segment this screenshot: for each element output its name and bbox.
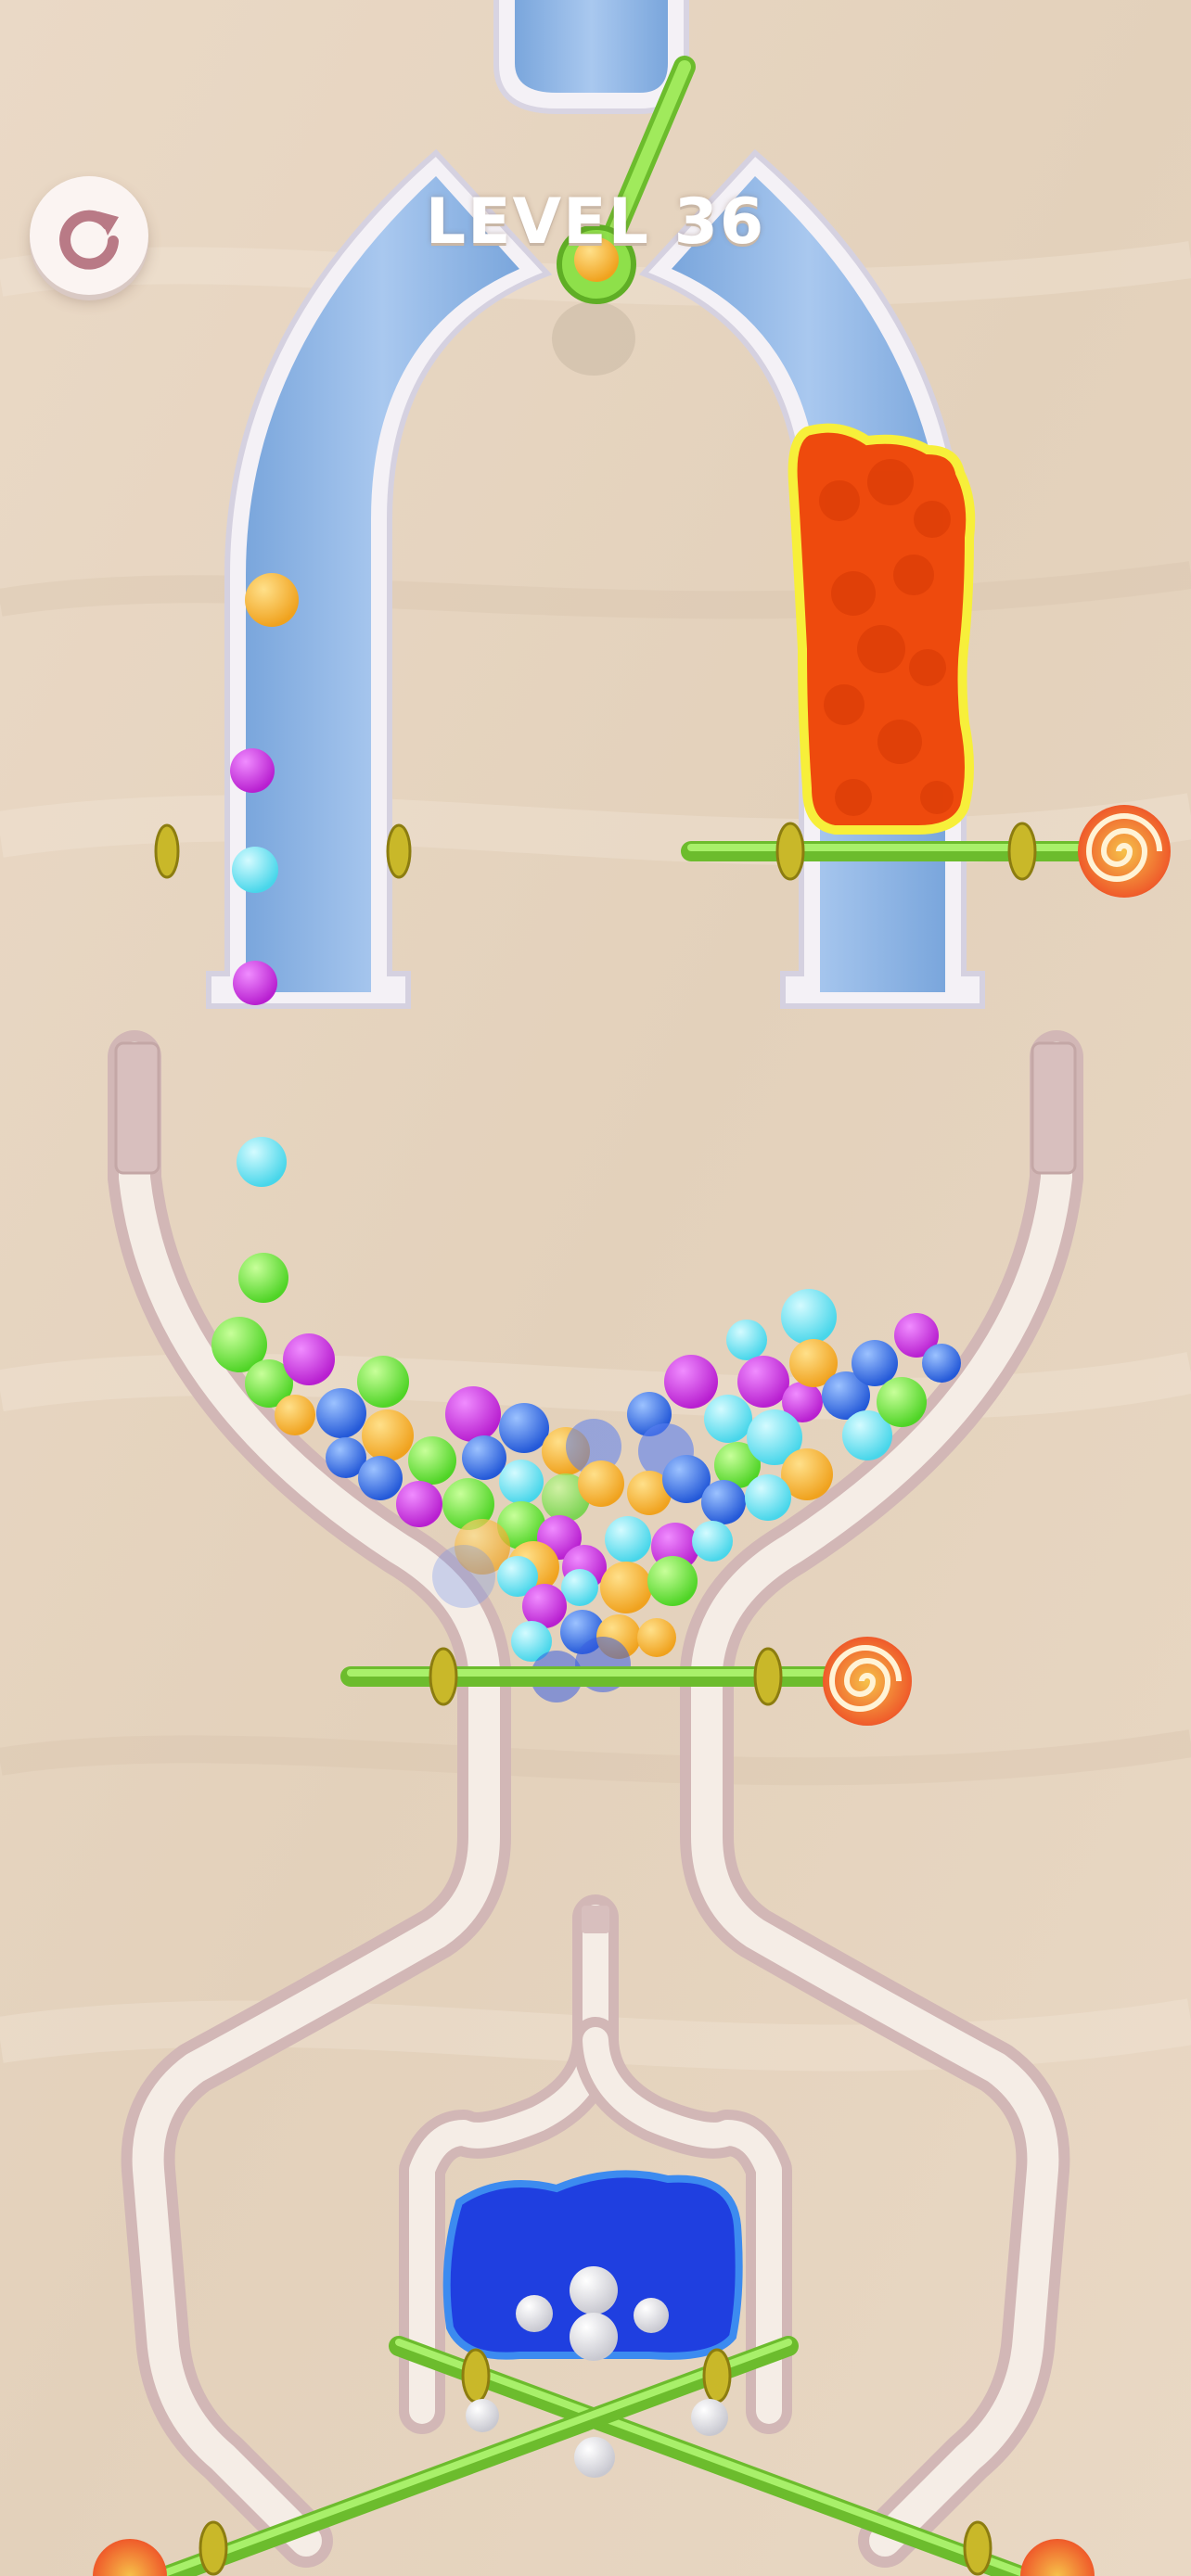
ball-cyan (232, 847, 278, 893)
ball-white (634, 2298, 669, 2333)
entry-pipe (493, 0, 689, 114)
ball-white (570, 2313, 618, 2361)
ball-magenta (233, 961, 277, 1005)
lava-blob (788, 423, 976, 835)
ball-white (516, 2295, 553, 2332)
level-title: LEVEL 36 (425, 185, 766, 259)
game-board (0, 0, 1191, 2576)
ball-magenta (230, 748, 275, 793)
water-pool (442, 2170, 743, 2361)
swirl-handle-icon (823, 1637, 912, 1726)
ball-orange (245, 573, 299, 627)
ball-white (570, 2266, 618, 2315)
swirl-handle-icon (1078, 805, 1171, 898)
